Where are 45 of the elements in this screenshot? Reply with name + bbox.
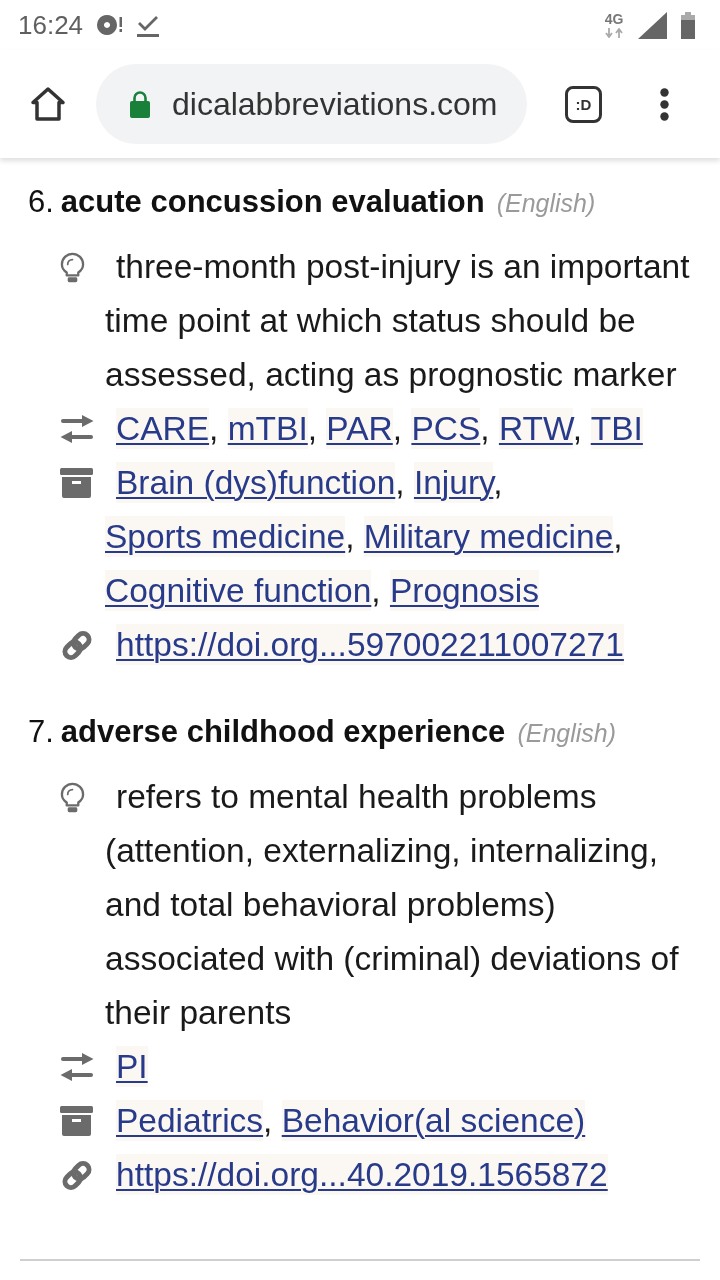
category-link[interactable]: Sports medicine [105, 516, 346, 557]
abbreviation-link[interactable]: mTBI [227, 408, 308, 449]
category-link[interactable]: Cognitive function [105, 570, 372, 611]
abbreviation-link[interactable]: TBI [590, 408, 643, 449]
abbreviation-list: CARE, mTBI, PAR, PCS, RTW, TBI [116, 408, 643, 449]
definition-text: refers to mental health problems (attention, externalizing, internalizing, and total behavioral problems) associated with (criminal) deviations of their parents [105, 778, 679, 1031]
data-arrows-icon [604, 28, 624, 38]
menu-button[interactable] [660, 87, 669, 121]
term-title: acute concussion evaluation [60, 183, 485, 221]
category-link[interactable]: Prognosis [389, 570, 539, 611]
entry-number: 7. [28, 713, 54, 751]
category-link[interactable]: Pediatrics [116, 1100, 264, 1141]
doi-link[interactable]: https://doi.org...597002211007271 [116, 624, 624, 665]
network-type-label: 4G [604, 12, 624, 26]
archive-box-icon [60, 1106, 93, 1136]
home-button[interactable] [30, 86, 66, 122]
category-list: Pediatrics, Behavior(al science) [116, 1100, 586, 1141]
tick-underline-icon [137, 13, 160, 37]
entry-number: 6. [28, 183, 54, 221]
category-link[interactable]: Military medicine [363, 516, 614, 557]
abbreviation-link[interactable]: PAR [326, 408, 393, 449]
archive-box-icon [60, 468, 93, 498]
category-link[interactable]: Brain (dys)function [116, 462, 396, 503]
signal-strength-icon [638, 11, 667, 39]
lightbulb-icon [60, 251, 85, 283]
arrows-left-right-icon [60, 1053, 94, 1081]
tab-switcher-button[interactable]: :D [565, 85, 602, 123]
term-title: adverse childhood experience [60, 713, 506, 751]
doi-link[interactable]: https://doi.org...40.2019.1565872 [116, 1154, 608, 1195]
lock-icon [130, 90, 150, 118]
definition-text: three-month post-injury is an important time point at which status should be assessed, acting as prognostic marker [105, 248, 690, 393]
battery-icon [681, 11, 695, 39]
abbreviation-link[interactable]: RTW [498, 408, 573, 449]
category-link[interactable]: Behavior(al science) [281, 1100, 586, 1141]
address-bar[interactable]: dicalabbreviations.com [96, 64, 527, 144]
abbreviation-link[interactable]: PCS [411, 408, 481, 449]
abbreviation-link[interactable]: PI [116, 1046, 148, 1087]
clock-time: 16:24 [18, 12, 84, 38]
disc-alert-icon [96, 14, 124, 36]
lightbulb-icon [60, 781, 85, 813]
arrows-left-right-icon [60, 415, 94, 443]
language-label: (English) [496, 188, 596, 219]
language-label: (English) [517, 718, 617, 749]
category-link[interactable]: Injury [413, 462, 494, 503]
abbreviation-link[interactable]: CARE [116, 408, 210, 449]
